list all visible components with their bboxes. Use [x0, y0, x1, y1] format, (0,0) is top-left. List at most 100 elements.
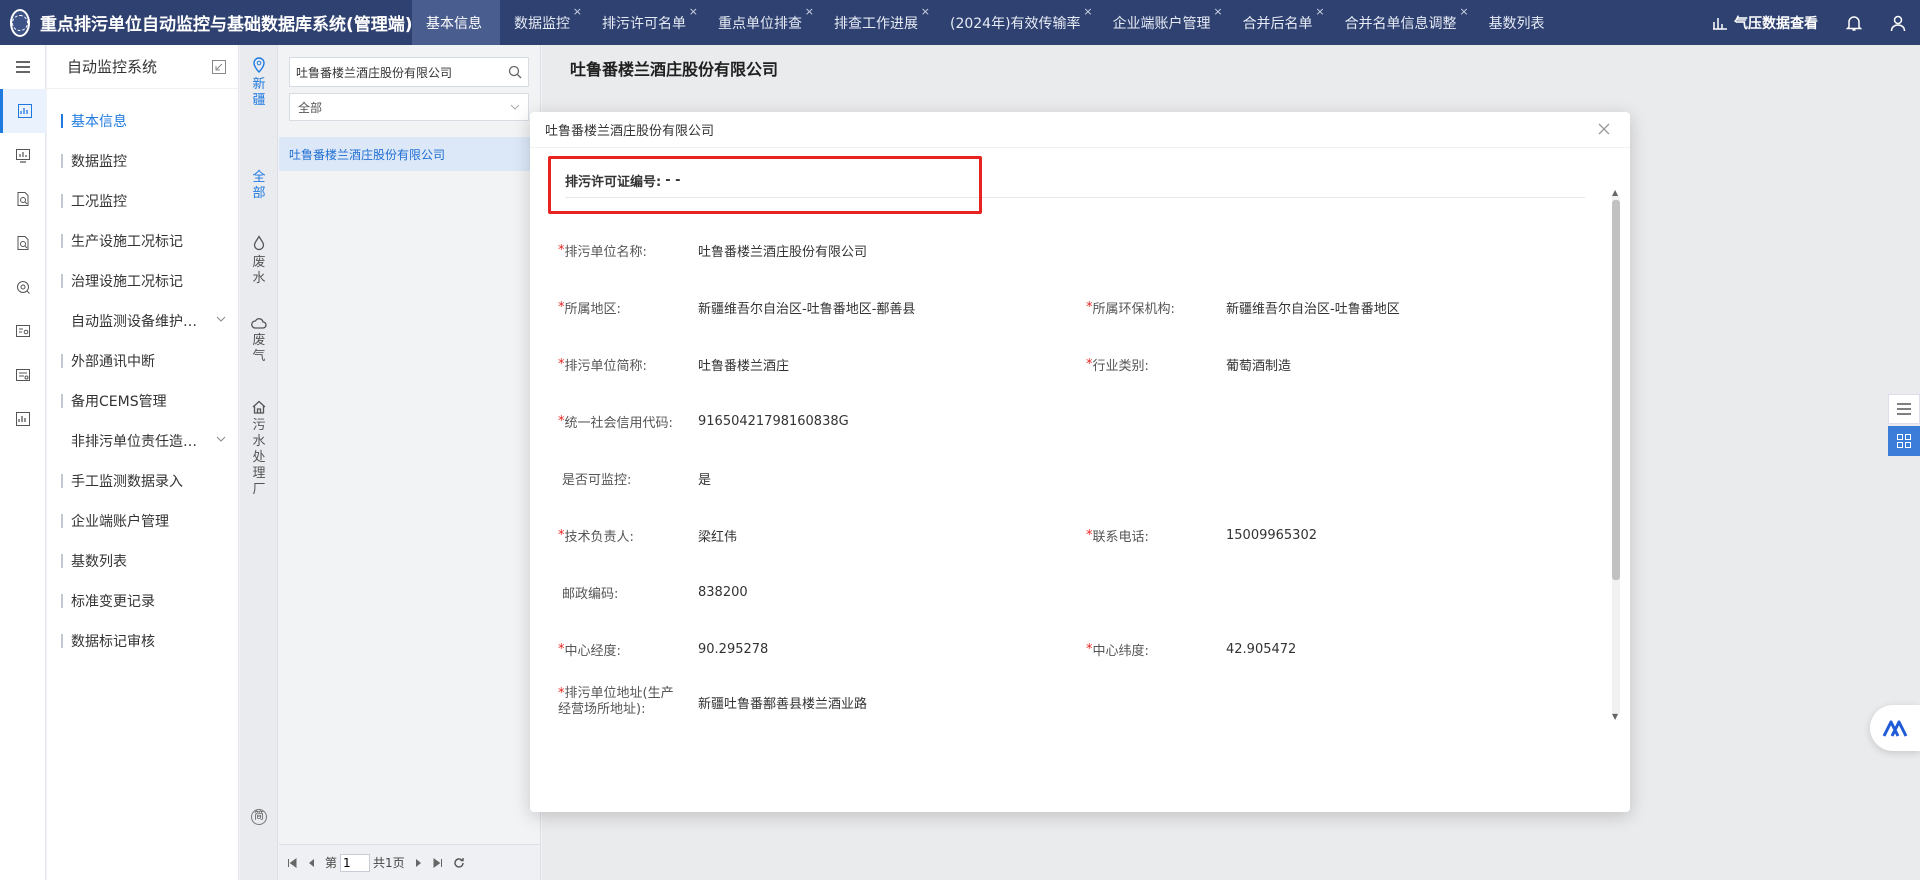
tab-label: 排查工作进展 — [834, 15, 918, 32]
menu-item-backup-cems[interactable]: 备用CEMS管理 — [47, 381, 238, 421]
tab-merged-adjust[interactable]: 合并名单信息调整 × — [1331, 0, 1475, 45]
scrollbar-thumb[interactable] — [1612, 200, 1620, 580]
region-xinjiang[interactable]: 新疆 — [240, 57, 278, 109]
rail-stats-icon[interactable] — [0, 397, 46, 441]
brand: 重点排污单位自动监控与基础数据库系统(管理端) — [0, 0, 413, 45]
menu-item-label: 手工监测数据录入 — [71, 474, 183, 490]
logo-icon — [10, 8, 30, 37]
next-page-icon[interactable] — [415, 858, 423, 868]
company-search-input[interactable] — [296, 65, 508, 79]
last-page-icon[interactable] — [433, 857, 443, 868]
location-pin-icon — [253, 57, 265, 73]
collapse-icon[interactable] — [212, 59, 226, 74]
menu-item-data-monitor[interactable]: 数据监控 — [47, 141, 238, 181]
field-label: * 统一社会信用代码: — [558, 413, 673, 431]
side-menu: 自动监控系统 基本信息 数据监控 工况监控 生产设施工况标记 治理设施工况标记 … — [47, 45, 239, 880]
tab-merged-list[interactable]: 合并后名单 × — [1229, 0, 1331, 45]
company-list-panel: 全部 吐鲁番楼兰酒庄股份有限公司 第 共1页 — [279, 45, 541, 880]
tab-close-icon[interactable]: × — [1213, 6, 1222, 17]
region-label: 废水 — [252, 255, 266, 286]
field-value: 新疆维吾尔自治区-吐鲁番地区 — [1226, 301, 1400, 317]
field-label: * 行业类别: — [1086, 356, 1149, 374]
region-wastewater[interactable]: 废水 — [240, 235, 278, 287]
bell-icon[interactable] — [1832, 0, 1876, 45]
field-row-monitor: 是否可监控: 是 — [558, 458, 1558, 498]
tab-close-icon[interactable]: × — [805, 6, 814, 17]
assistant-fab[interactable] — [1870, 705, 1920, 751]
tab-permit-list[interactable]: 排污许可名单 × — [588, 0, 704, 45]
menu-item-basic-info[interactable]: 基本信息 — [47, 101, 238, 141]
prev-page-icon[interactable] — [307, 858, 315, 868]
refresh-icon[interactable] — [453, 857, 465, 869]
rail-image-icon[interactable] — [0, 353, 46, 397]
chevron-down-icon — [216, 436, 226, 442]
rail-monitor-icon[interactable] — [0, 89, 46, 133]
company-list-item[interactable]: 吐鲁番楼兰酒庄股份有限公司 — [279, 137, 540, 171]
company-detail-dialog: 吐鲁番楼兰酒庄股份有限公司 排污许可证编号: - - * 排污单位名称: 吐鲁番楼… — [530, 112, 1630, 812]
permit-value: - - — [665, 173, 681, 188]
menu-item-label: 数据监控 — [71, 154, 127, 170]
category-select[interactable]: 全部 — [289, 93, 529, 121]
menu-item-data-mark-review[interactable]: 数据标记审核 — [47, 621, 238, 661]
water-drop-icon — [253, 235, 265, 251]
rail-doc-search-icon-2[interactable] — [0, 221, 46, 265]
tab-transmission-rate[interactable]: (2024年)有效传输率 × — [936, 0, 1099, 45]
field-row-region: * 所属地区: 新疆维吾尔自治区-吐鲁番地区-鄯善县 * 所属环保机构: 新疆维吾尔… — [558, 287, 1558, 327]
region-all[interactable]: 全部 — [240, 170, 278, 202]
tab-close-icon[interactable]: × — [921, 6, 930, 17]
cloud-icon — [251, 318, 267, 329]
close-icon[interactable] — [1598, 120, 1610, 139]
region-label: 污水处理厂 — [252, 418, 266, 497]
first-page-icon[interactable] — [287, 857, 297, 868]
rail-doc-search-icon[interactable] — [0, 177, 46, 221]
grid-view-icon[interactable] — [1888, 426, 1920, 456]
field-row-tech: * 技术负责人: 梁红伟 * 联系电话: 15009965302 — [558, 515, 1558, 555]
tab-key-unit-check[interactable]: 重点单位排查 × — [704, 0, 820, 45]
menu-item-production-mark[interactable]: 生产设施工况标记 — [47, 221, 238, 261]
menu-item-device-maintenance[interactable]: 自动监测设备维护… — [47, 301, 238, 341]
region-waste-gas[interactable]: 废气 — [240, 317, 278, 365]
menu-item-condition-monitor[interactable]: 工况监控 — [47, 181, 238, 221]
tab-enterprise-accounts[interactable]: 企业端账户管理 × — [1099, 0, 1229, 45]
menu-item-manual-entry[interactable]: 手工监测数据录入 — [47, 461, 238, 501]
field-value: 90.295278 — [698, 641, 769, 657]
chevron-down-icon — [216, 316, 226, 322]
menu-item-base-list[interactable]: 基数列表 — [47, 541, 238, 581]
menu-item-treatment-mark[interactable]: 治理设施工况标记 — [47, 261, 238, 301]
tab-label: 基数列表 — [1488, 15, 1545, 32]
rail-settings-icon[interactable] — [0, 265, 46, 309]
menu-item-enterprise-accounts[interactable]: 企业端账户管理 — [47, 501, 238, 541]
tab-base-list[interactable]: 基数列表 — [1475, 0, 1563, 45]
tab-label: 基本信息 — [426, 15, 482, 32]
region-label: 全部 — [252, 170, 266, 201]
rail-device-icon[interactable] — [0, 309, 46, 353]
field-label: * 联系电话: — [1086, 527, 1149, 545]
field-value: 42.905472 — [1226, 641, 1297, 657]
simplified-toggle[interactable]: 简 — [240, 809, 278, 825]
tab-close-icon[interactable]: × — [1459, 6, 1468, 17]
tab-check-progress[interactable]: 排查工作进展 × — [820, 0, 936, 45]
field-label: * 中心纬度: — [1086, 641, 1149, 659]
field-row-name: * 排污单位名称: 吐鲁番楼兰酒庄股份有限公司 — [558, 230, 1558, 270]
region-sewage-plant[interactable]: 污水处理厂 — [240, 400, 278, 498]
page-input[interactable] — [340, 853, 371, 872]
menu-item-standard-change[interactable]: 标准变更记录 — [47, 581, 238, 621]
field-label: * 所属环保机构: — [1086, 299, 1175, 317]
scroll-down-icon[interactable]: ▼ — [1612, 712, 1618, 721]
tab-basic-info[interactable]: 基本信息 — [412, 0, 500, 45]
list-view-icon[interactable] — [1888, 394, 1920, 424]
menu-item-comm-interrupt[interactable]: 外部通讯中断 — [47, 341, 238, 381]
pressure-data-button[interactable]: 气压数据查看 — [1698, 0, 1832, 45]
menu-toggle-icon[interactable] — [0, 45, 45, 89]
region-label: 新疆 — [252, 77, 266, 108]
search-icon[interactable] — [508, 65, 522, 79]
tab-close-icon[interactable]: × — [573, 6, 582, 17]
tab-close-icon[interactable]: × — [1315, 6, 1324, 17]
user-icon[interactable] — [1876, 0, 1920, 45]
tab-close-icon[interactable]: × — [1083, 6, 1092, 17]
tab-close-icon[interactable]: × — [689, 6, 698, 17]
dialog-scrollbar[interactable]: ▲ ▼ — [1610, 188, 1620, 722]
menu-item-non-responsibility[interactable]: 非排污单位责任造… — [47, 421, 238, 461]
tab-data-monitor[interactable]: 数据监控 × — [500, 0, 588, 45]
rail-chart-icon[interactable] — [0, 133, 46, 177]
